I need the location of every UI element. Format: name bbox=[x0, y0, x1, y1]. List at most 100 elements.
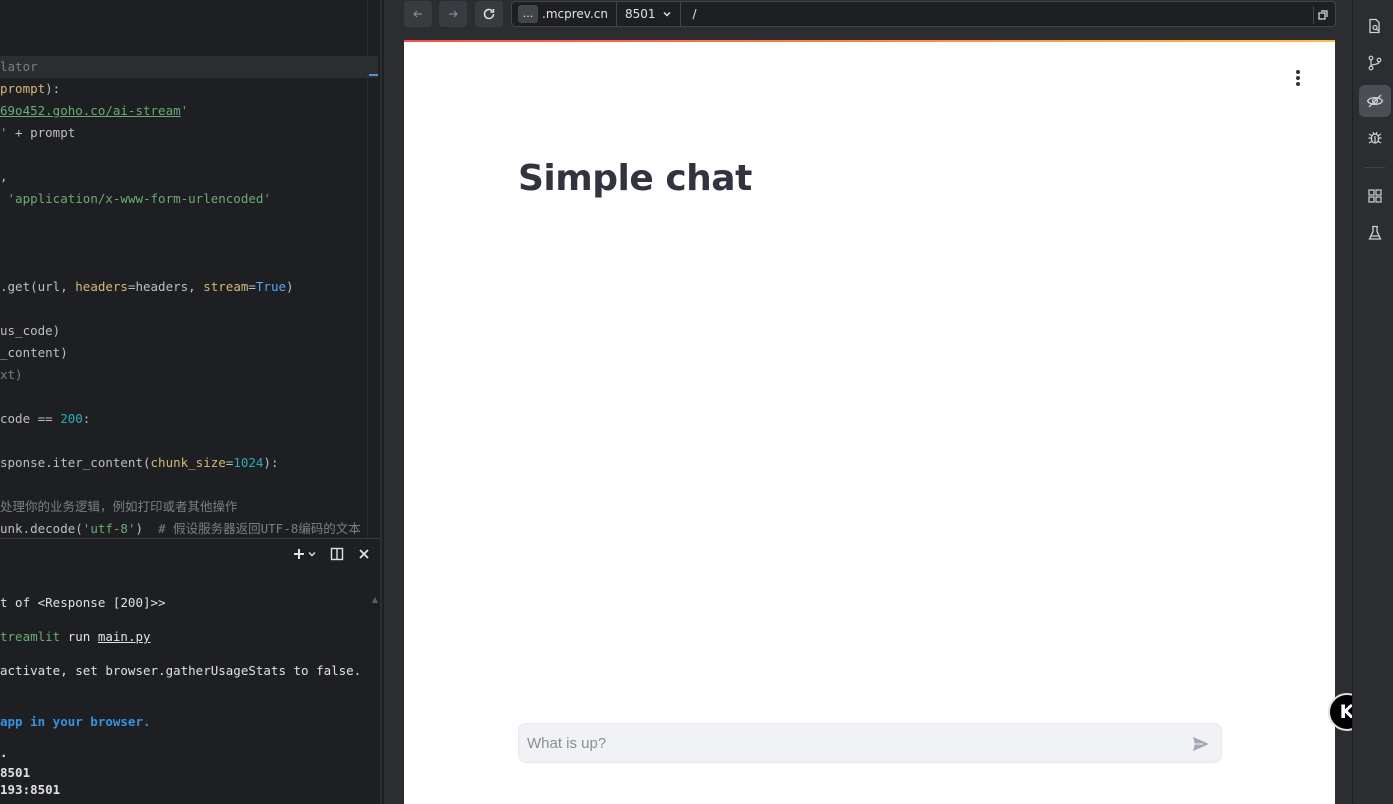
preview-button[interactable] bbox=[1359, 85, 1391, 117]
terminal-line: 8501 bbox=[0, 765, 30, 780]
terminal-panel[interactable]: ▲ t of <Response [200]>> treamlit run mai… bbox=[0, 538, 380, 804]
terminal-token: treamlit bbox=[0, 629, 61, 644]
code-line: unk.decode('utf-8') # 假设服务器返回UTF-8编码的文本 bbox=[0, 518, 361, 538]
terminal-line: . bbox=[0, 745, 8, 760]
code-line: lator bbox=[0, 56, 38, 78]
terminal-toolbar bbox=[292, 547, 370, 561]
code-token: 'utf-8' bbox=[82, 521, 136, 536]
streamlit-app: Simple chat bbox=[404, 40, 1335, 804]
code-token: unk.decode( bbox=[0, 521, 83, 536]
terminal-token: activate, set browser.gatherUsageStats t… bbox=[0, 663, 362, 678]
code-token: sponse.iter_content( bbox=[0, 455, 151, 470]
code-token: 69o452.goho.co/ai-stream bbox=[0, 103, 181, 118]
url-host: .mcprev.cn bbox=[542, 7, 608, 21]
code-editor[interactable]: lator prompt): 69o452.goho.co/ai-stream' ' … bbox=[0, 0, 380, 538]
code-token: # 假设服务器返回UTF-8编码的文本 bbox=[158, 521, 361, 536]
code-line: xt) bbox=[0, 364, 23, 386]
code-token: us_code) bbox=[0, 323, 61, 338]
code-line: _content) bbox=[0, 342, 68, 364]
port-select[interactable]: 8501 bbox=[625, 7, 672, 21]
code-token: ): bbox=[263, 455, 279, 470]
code-token: xt) bbox=[0, 367, 23, 382]
code-line: , bbox=[0, 166, 8, 188]
code-token: _content) bbox=[0, 345, 68, 360]
code-token: ) bbox=[286, 279, 294, 294]
eye-icon bbox=[1366, 94, 1384, 108]
chat-input-box[interactable] bbox=[518, 723, 1222, 763]
code-token: prompt bbox=[0, 81, 46, 96]
code-token: True bbox=[255, 279, 287, 294]
code-token: headers bbox=[75, 279, 128, 294]
testing-button[interactable] bbox=[1359, 217, 1391, 249]
terminal-line: treamlit run main.py bbox=[0, 629, 151, 644]
terminal-token: 193:8501 bbox=[0, 782, 61, 797]
split-terminal-button[interactable] bbox=[330, 547, 344, 561]
terminal-token: 8501 bbox=[0, 765, 31, 780]
back-button[interactable] bbox=[404, 1, 432, 27]
plus-icon bbox=[294, 549, 304, 559]
arrow-right-icon bbox=[449, 10, 458, 18]
code-line: code == 200: bbox=[0, 408, 90, 430]
code-line: .get(url, headers=headers, stream=True) bbox=[0, 276, 294, 298]
terminal-token: run bbox=[60, 629, 98, 644]
extensions-button[interactable] bbox=[1359, 180, 1391, 212]
terminal-token: app in your browser. bbox=[0, 714, 151, 729]
code-line: us_code) bbox=[0, 320, 60, 342]
chevron-down-icon bbox=[662, 11, 671, 17]
close-terminal-button[interactable] bbox=[358, 548, 370, 560]
url-path[interactable]: / bbox=[693, 7, 697, 21]
code-line: 'application/x-www-form-urlencoded' bbox=[0, 188, 271, 210]
code-token: 200 bbox=[60, 411, 83, 426]
code-token: lator bbox=[0, 59, 38, 74]
code-token: code == bbox=[0, 411, 61, 426]
url-more-button[interactable]: ... bbox=[518, 5, 538, 23]
page-title: Simple chat bbox=[518, 158, 752, 199]
code-token: = bbox=[248, 279, 256, 294]
ide-window: lator prompt): 69o452.goho.co/ai-stream' ' … bbox=[0, 0, 1393, 804]
debug-button[interactable] bbox=[1359, 122, 1391, 154]
preview-browser: ... .mcprev.cn 8501 / Simple chat What i… bbox=[386, 0, 1366, 804]
editor-scrollbar[interactable] bbox=[367, 0, 368, 538]
code-token: 处理你的业务逻辑，例如打印或者其他操作 bbox=[0, 499, 238, 514]
arrow-left-icon bbox=[413, 10, 422, 18]
terminal-line: t of <Response [200]>> bbox=[0, 595, 166, 610]
chevron-down-icon bbox=[308, 552, 316, 557]
send-button[interactable] bbox=[1191, 734, 1211, 754]
code-line: prompt): bbox=[0, 78, 60, 100]
terminal-token: main.py bbox=[97, 629, 151, 644]
forward-button[interactable] bbox=[439, 1, 467, 27]
menu-dot-icon bbox=[1296, 76, 1300, 80]
file-search-icon bbox=[1369, 18, 1380, 34]
copy-icon bbox=[1317, 10, 1328, 20]
bug-icon bbox=[1368, 131, 1382, 144]
terminal-token: . bbox=[0, 745, 8, 760]
git-button[interactable] bbox=[1359, 47, 1391, 79]
url-bar[interactable]: ... .mcprev.cn 8501 / bbox=[511, 1, 1336, 27]
code-line: 69o452.goho.co/ai-stream' bbox=[0, 100, 188, 122]
terminal-scroll-up-icon[interactable]: ▲ bbox=[372, 595, 378, 604]
code-line: ' + prompt bbox=[0, 122, 75, 144]
open-external-button[interactable] bbox=[1313, 6, 1331, 24]
chat-input[interactable] bbox=[527, 724, 1177, 762]
code-token: .get(url, bbox=[0, 279, 76, 294]
code-token: : bbox=[82, 411, 91, 426]
new-terminal-button[interactable] bbox=[292, 547, 316, 561]
port-value: 8501 bbox=[624, 7, 656, 21]
main-menu-button[interactable] bbox=[1295, 70, 1301, 86]
code-token: ' bbox=[180, 103, 189, 118]
file-search-button[interactable] bbox=[1359, 10, 1391, 42]
reload-button[interactable] bbox=[475, 1, 503, 27]
send-icon bbox=[1193, 737, 1209, 751]
terminal-token: t of <Response [200]>> bbox=[0, 595, 166, 610]
strip-divider bbox=[1365, 167, 1385, 168]
current-line-highlight bbox=[0, 56, 378, 78]
url-separator bbox=[615, 1, 617, 27]
terminal-line: app in your browser. bbox=[0, 714, 151, 729]
code-line: sponse.iter_content(chunk_size=1024): bbox=[0, 452, 278, 474]
code-line: 处理你的业务逻辑，例如打印或者其他操作 bbox=[0, 496, 238, 518]
browser-nav: ... .mcprev.cn 8501 / bbox=[386, 0, 1352, 30]
code-token: ) bbox=[135, 521, 159, 536]
code-token: 'application/x-www-form-urlencoded' bbox=[7, 191, 271, 206]
menu-dot-icon bbox=[1296, 70, 1300, 74]
